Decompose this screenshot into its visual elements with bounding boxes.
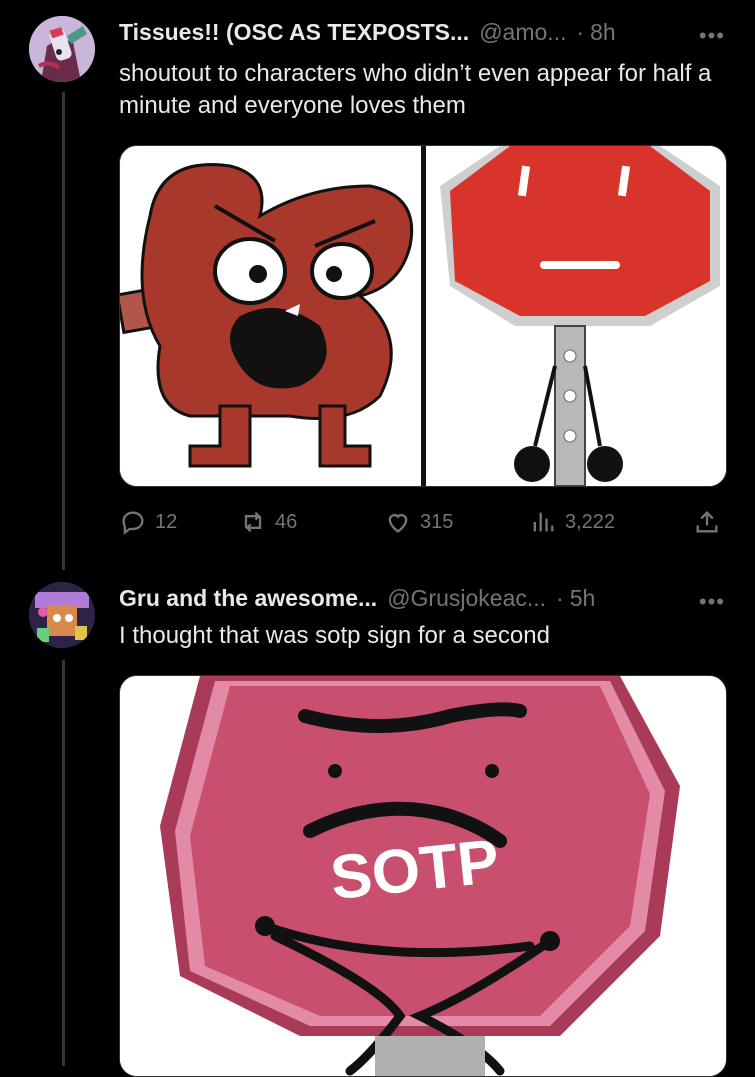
tweet-text: shoutout to characters who didn’t even a…	[119, 60, 712, 119]
user-handle[interactable]: @amo...	[479, 19, 566, 46]
avatar[interactable]	[29, 582, 95, 648]
like-count: 315	[420, 510, 454, 533]
reply-button[interactable]: 12	[119, 500, 177, 544]
display-name[interactable]: Tissues!! (OSC AS TEXPOSTS...	[119, 19, 469, 46]
reply-count: 12	[155, 510, 178, 533]
thread-line	[62, 92, 65, 570]
tweet-actions: 12 46 315 3,222	[119, 500, 725, 544]
tweet-media[interactable]	[119, 145, 727, 487]
avatar[interactable]	[29, 16, 95, 82]
tweet-header: Gru and the awesome... @Grusjokeac... · …	[119, 585, 595, 612]
tweet-header: Tissues!! (OSC AS TEXPOSTS... @amo... · …	[119, 19, 616, 46]
more-options-icon[interactable]: •••	[699, 23, 725, 49]
timestamp[interactable]: 5h	[570, 585, 596, 612]
user-handle[interactable]: @Grusjokeac...	[387, 585, 546, 612]
display-name[interactable]: Gru and the awesome...	[119, 585, 377, 612]
timestamp[interactable]: 8h	[590, 19, 616, 46]
like-icon	[388, 514, 408, 533]
like-button[interactable]: 315	[384, 500, 453, 544]
reply-icon	[122, 511, 144, 535]
views-button[interactable]: 3,222	[529, 500, 615, 544]
separator-dot: ·	[556, 585, 564, 611]
stop-sign-character-image	[426, 146, 726, 486]
repost-icon	[244, 511, 262, 533]
thread-line	[62, 660, 65, 1066]
separator-dot: ·	[576, 19, 585, 45]
repost-count: 46	[275, 510, 298, 533]
more-options-icon[interactable]: •••	[699, 589, 725, 615]
repost-button[interactable]: 46	[239, 500, 297, 544]
view-count: 3,222	[565, 510, 616, 533]
share-icon	[696, 511, 718, 533]
views-icon	[533, 512, 554, 532]
share-button[interactable]	[693, 500, 721, 544]
tweet-media[interactable]: SOTP	[119, 675, 727, 1077]
kidney-character-image	[120, 146, 421, 486]
tweet-text: I thought that was sotp sign for a secon…	[119, 622, 550, 649]
